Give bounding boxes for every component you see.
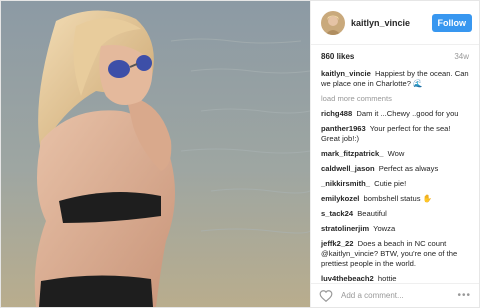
post-age[interactable]: 34w xyxy=(454,52,469,61)
follow-button[interactable]: Follow xyxy=(431,13,472,32)
comment-text: Perfect as always xyxy=(378,164,439,173)
comment-user[interactable]: caldwell_jason xyxy=(321,164,375,173)
load-more-comments-link[interactable]: load more comments xyxy=(321,94,469,104)
likes-count[interactable]: 860 likes xyxy=(321,52,354,61)
comment-user[interactable]: emilykozel xyxy=(321,194,359,203)
comment-user[interactable]: richg488 xyxy=(321,109,352,118)
comment-item: panther1963 Your perfect for the sea! Gr… xyxy=(321,124,469,144)
add-comment-input[interactable] xyxy=(341,291,458,300)
comment-text: Beautiful xyxy=(357,209,387,218)
comment-user[interactable]: jeffk2_22 xyxy=(321,239,354,248)
comments-list: kaitlyn_vincie Happiest by the ocean. Ca… xyxy=(311,67,479,283)
comment-user[interactable]: luv4thebeach2 xyxy=(321,274,374,283)
comment-item: caldwell_jason Perfect as always xyxy=(321,164,469,174)
comment-item: s_tack24 Beautiful xyxy=(321,209,469,219)
comment-user[interactable]: panther1963 xyxy=(321,124,366,133)
comment-item: _nikkirsmith_ Cutie pie! xyxy=(321,179,469,189)
post-photo[interactable] xyxy=(1,1,310,307)
comment-text: Wow xyxy=(387,149,405,158)
comment-item: emilykozel bombshell status ✋ xyxy=(321,194,469,204)
post-side-panel: kaitlyn_vincie Follow 860 likes 34w kait… xyxy=(310,1,479,307)
post-username[interactable]: kaitlyn_vincie xyxy=(351,18,432,28)
comment-user[interactable]: stratolinerjim xyxy=(321,224,369,233)
comment-text: Yowza xyxy=(373,224,396,233)
comment-text: bombshell status ✋ xyxy=(363,194,433,203)
comment-item: jeffk2_22 Does a beach in NC count @kait… xyxy=(321,239,469,269)
comment-text: Cutie pie! xyxy=(374,179,407,188)
comment-item: stratolinerjim Yowza xyxy=(321,224,469,234)
like-heart-icon[interactable] xyxy=(319,289,333,303)
more-options-icon[interactable]: ••• xyxy=(457,290,471,301)
comment-user[interactable]: s_tack24 xyxy=(321,209,353,218)
profile-picture-icon xyxy=(321,10,345,35)
post-footer: ••• xyxy=(311,283,479,307)
comment-item: richg488 Dam it ...Chewy ..good for you xyxy=(321,109,469,119)
post-header: kaitlyn_vincie Follow xyxy=(311,1,479,45)
caption-user[interactable]: kaitlyn_vincie xyxy=(321,69,371,78)
comment-text: hottie xyxy=(377,274,397,283)
caption: kaitlyn_vincie Happiest by the ocean. Ca… xyxy=(321,69,469,89)
comment-text: Dam it ...Chewy ..good for you xyxy=(356,109,459,118)
instagram-post: kaitlyn_vincie Follow 860 likes 34w kait… xyxy=(0,0,480,308)
avatar[interactable] xyxy=(321,10,345,35)
comment-user[interactable]: mark_fitzpatrick_ xyxy=(321,149,383,158)
beach-photo-image xyxy=(1,1,310,307)
comment-item: mark_fitzpatrick_ Wow xyxy=(321,149,469,159)
comment-user[interactable]: _nikkirsmith_ xyxy=(321,179,370,188)
comment-item: luv4thebeach2 hottie xyxy=(321,274,469,283)
post-meta: 860 likes 34w xyxy=(311,45,479,67)
